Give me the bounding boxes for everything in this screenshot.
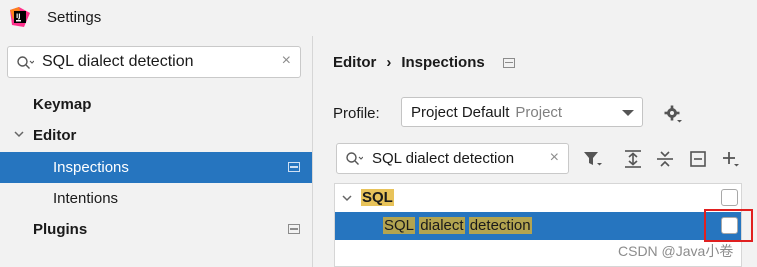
intellij-logo-icon: IJ	[10, 7, 30, 27]
svg-text:IJ: IJ	[16, 13, 20, 20]
settings-sidebar: SQL dialect detection × Keymap Editor In…	[0, 36, 312, 267]
project-settings-icon	[288, 224, 300, 234]
group-enable-checkbox[interactable]	[721, 189, 738, 206]
expand-all-icon[interactable]	[623, 149, 643, 169]
profile-value: Project Default Project	[411, 104, 563, 121]
search-icon	[346, 152, 363, 165]
project-settings-icon	[288, 162, 300, 172]
tree-item-label: SQL dialect detection	[383, 217, 532, 234]
sidebar-item-intentions[interactable]: Intentions	[0, 183, 312, 214]
sidebar-item-keymap[interactable]: Keymap	[0, 89, 312, 120]
watermark: CSDN @Java小卷	[618, 243, 734, 259]
sidebar-item-plugins[interactable]: Plugins	[0, 214, 312, 245]
search-icon	[17, 56, 34, 69]
inspection-filter-value: SQL dialect detection	[372, 150, 515, 167]
dropdown-arrow-icon	[622, 110, 634, 116]
reset-icon[interactable]	[688, 149, 708, 169]
inspections-panel: Editor › Inspections Profile: Project De…	[313, 36, 757, 267]
sidebar-item-label: Plugins	[33, 221, 88, 238]
window-title: Settings	[47, 9, 102, 26]
tree-group-sql[interactable]: SQL	[335, 184, 741, 212]
sidebar-item-label: Inspections	[53, 159, 129, 176]
sidebar-item-label: Editor	[33, 127, 77, 144]
breadcrumb-inspections: Inspections	[401, 54, 485, 71]
profile-label: Profile:	[333, 105, 380, 122]
add-icon[interactable]	[720, 149, 740, 169]
gear-icon[interactable]	[663, 104, 683, 124]
sidebar-item-inspections[interactable]: Inspections	[0, 152, 312, 183]
clear-search-icon[interactable]: ×	[282, 52, 291, 70]
clear-filter-icon[interactable]: ×	[550, 149, 559, 167]
chevron-down-icon[interactable]	[341, 192, 353, 204]
settings-search-value: SQL dialect detection	[42, 53, 194, 70]
breadcrumb-editor[interactable]: Editor	[333, 54, 376, 71]
tree-item-sql-dialect-detection[interactable]: SQL dialect detection	[335, 212, 741, 240]
breadcrumb-separator: ›	[386, 54, 392, 71]
settings-search-input[interactable]: SQL dialect detection ×	[7, 46, 301, 78]
sidebar-item-label: Keymap	[33, 96, 92, 113]
filter-icon[interactable]	[583, 149, 603, 169]
collapse-all-icon[interactable]	[655, 149, 675, 169]
profile-scope: Project	[515, 104, 563, 121]
annotation-highlight-box	[704, 209, 753, 242]
project-settings-icon	[502, 57, 515, 68]
tree-group-label: SQL	[361, 189, 394, 206]
chevron-down-icon[interactable]	[13, 128, 25, 140]
sidebar-item-label: Intentions	[53, 190, 119, 207]
sidebar-item-editor[interactable]: Editor	[0, 120, 312, 151]
title-bar: IJ Settings	[0, 0, 757, 36]
inspection-filter-input[interactable]: SQL dialect detection ×	[336, 143, 569, 174]
profile-dropdown[interactable]: Project Default Project	[401, 97, 643, 127]
breadcrumb: Editor › Inspections	[333, 54, 515, 71]
